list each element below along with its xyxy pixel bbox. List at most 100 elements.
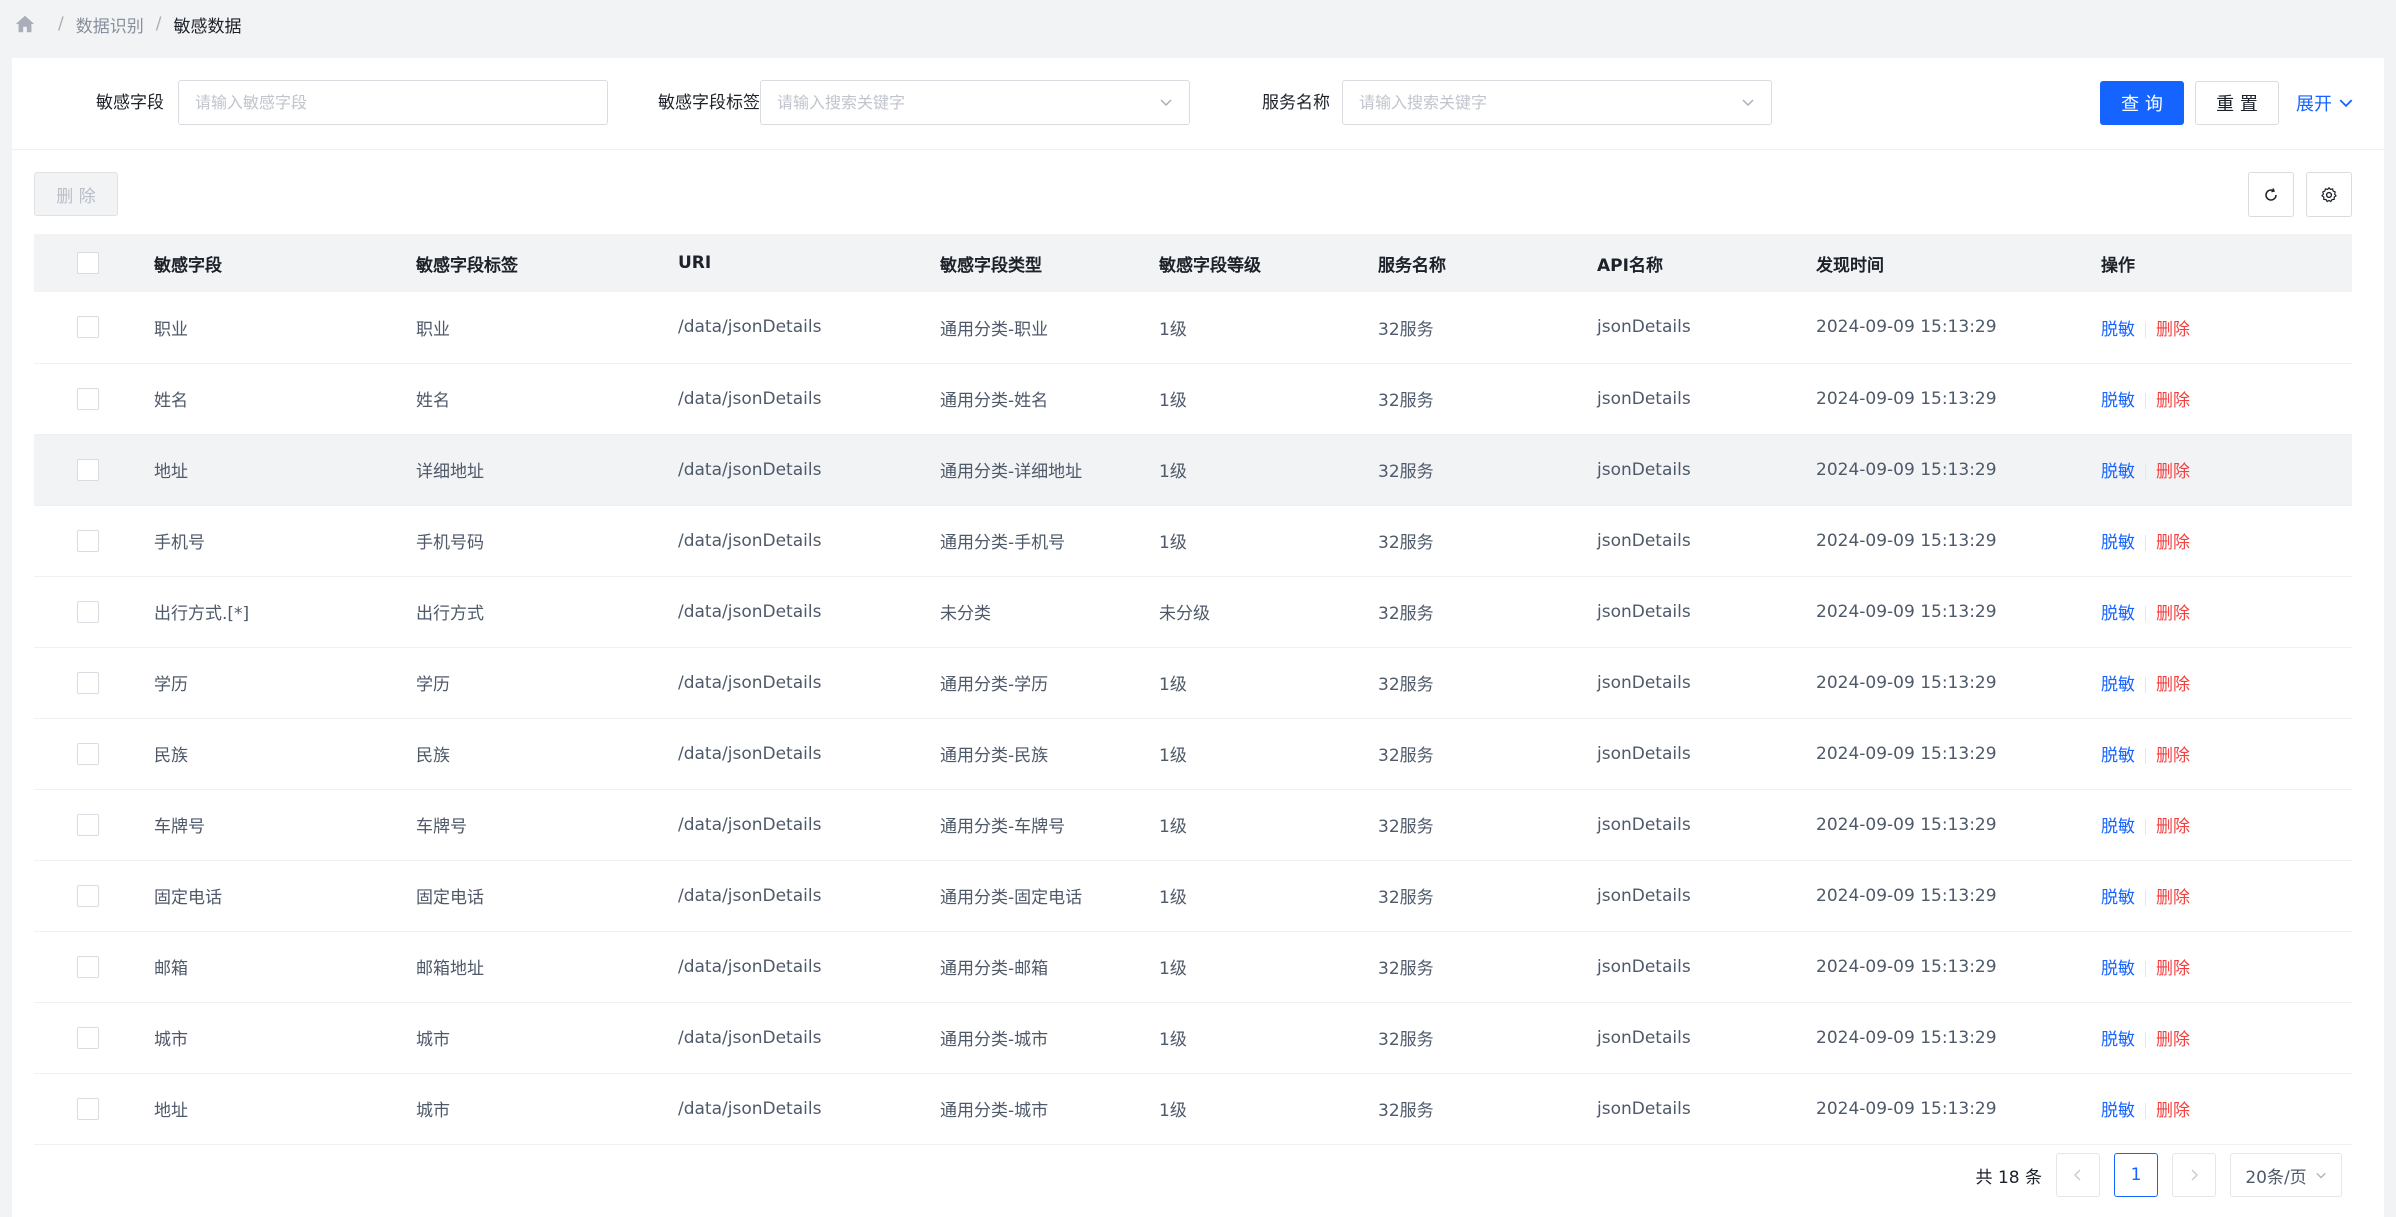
tag-filter-select[interactable]: 请输入搜索关键字 — [760, 80, 1190, 125]
delete-link[interactable]: 删除 — [2156, 533, 2190, 553]
table-row[interactable]: 职业 职业/data/jsonDetails 通用分类-职业 1级 32服务 jsonDe… — [34, 292, 2352, 364]
prev-page-button[interactable] — [2056, 1153, 2100, 1197]
table-row[interactable]: 出行方式.[*] 出行方式/data/jsonDetails 未分类 未分级 32服务 j… — [34, 576, 2352, 648]
service-filter-placeholder: 请输入搜索关键字 — [1359, 93, 1488, 112]
cell-field: 民族 — [154, 718, 416, 790]
column-header[interactable]: 敏感字段等级 — [1159, 234, 1378, 292]
table-row[interactable]: 地址 城市/data/jsonDetails 通用分类-城市 1级 32服务 jsonDe… — [34, 1073, 2352, 1145]
row-checkbox[interactable] — [77, 316, 99, 339]
delete-link[interactable]: 删除 — [2156, 320, 2190, 340]
select-all-cell — [34, 234, 154, 292]
select-all-checkbox[interactable] — [77, 252, 99, 274]
cell-actions: 脱敏 删除 — [2101, 434, 2352, 506]
query-button[interactable]: 查 询 — [2100, 81, 2184, 125]
table-row[interactable]: 固定电话 固定电话/data/jsonDetails 通用分类-固定电话 1级 32服务… — [34, 860, 2352, 932]
delete-link[interactable]: 删除 — [2156, 675, 2190, 695]
table-header-row: 敏感字段 敏感字段标签 URI 敏感字段类型 敏感字段等级 服务名称 API名称… — [34, 234, 2352, 292]
cell-actions: 脱敏 删除 — [2101, 363, 2352, 435]
service-filter-select[interactable]: 请输入搜索关键字 — [1342, 80, 1772, 125]
home-icon[interactable] — [14, 13, 36, 35]
column-header[interactable]: API名称 — [1597, 234, 1816, 292]
desensitize-link[interactable]: 脱敏 — [2101, 462, 2135, 482]
desensitize-link[interactable]: 脱敏 — [2101, 817, 2135, 837]
row-checkbox[interactable] — [77, 742, 99, 765]
delete-link[interactable]: 删除 — [2156, 604, 2190, 624]
cell-type: 通用分类-城市 — [940, 1002, 1159, 1074]
delete-link[interactable]: 删除 — [2156, 746, 2190, 766]
row-select-cell — [34, 292, 154, 364]
desensitize-link[interactable]: 脱敏 — [2101, 320, 2135, 340]
column-header[interactable]: 发现时间 — [1816, 234, 2101, 292]
table-row[interactable]: 地址 详细地址/data/jsonDetails 通用分类-详细地址 1级 32服务 js… — [34, 434, 2352, 506]
delete-link[interactable]: 删除 — [2156, 462, 2190, 482]
action-divider — [2145, 535, 2146, 551]
cell-time: 2024-09-09 15:13:29 — [1816, 718, 2101, 790]
row-checkbox[interactable] — [77, 813, 99, 836]
cell-type: 通用分类-车牌号 — [940, 789, 1159, 861]
row-select-cell — [34, 363, 154, 435]
cell-api: jsonDetails — [1597, 363, 1816, 435]
row-checkbox[interactable] — [77, 529, 99, 552]
reset-button[interactable]: 重 置 — [2195, 81, 2279, 125]
desensitize-link[interactable]: 脱敏 — [2101, 959, 2135, 979]
delete-link[interactable]: 删除 — [2156, 959, 2190, 979]
expand-filters-button[interactable]: 展开 — [2290, 81, 2360, 125]
cell-type: 通用分类-民族 — [940, 718, 1159, 790]
delete-link[interactable]: 删除 — [2156, 1030, 2190, 1050]
delete-link[interactable]: 删除 — [2156, 817, 2190, 837]
row-checkbox[interactable] — [77, 387, 99, 410]
desensitize-link[interactable]: 脱敏 — [2101, 888, 2135, 908]
column-header[interactable]: 服务名称 — [1378, 234, 1597, 292]
table-row[interactable]: 民族 民族/data/jsonDetails 通用分类-民族 1级 32服务 jsonDe… — [34, 718, 2352, 790]
action-divider — [2145, 321, 2146, 338]
column-header[interactable]: 敏感字段 — [154, 234, 416, 292]
row-select-cell — [34, 434, 154, 506]
refresh-button[interactable] — [2248, 172, 2294, 217]
desensitize-link[interactable]: 脱敏 — [2101, 1030, 2135, 1050]
cell-uri: /data/jsonDetails — [678, 1073, 940, 1145]
table-row[interactable]: 邮箱 邮箱地址/data/jsonDetails 通用分类-邮箱 1级 32服务 json… — [34, 931, 2352, 1003]
row-checkbox[interactable] — [77, 1026, 99, 1049]
table-row[interactable]: 姓名 姓名/data/jsonDetails 通用分类-姓名 1级 32服务 jsonDe… — [34, 363, 2352, 435]
column-header[interactable]: URI — [678, 234, 940, 292]
batch-delete-button[interactable]: 删 除 — [34, 172, 118, 216]
row-select-cell — [34, 647, 154, 719]
table-row[interactable]: 手机号 手机号码/data/jsonDetails 通用分类-手机号 1级 32服务 js… — [34, 505, 2352, 577]
cell-actions: 脱敏 删除 — [2101, 931, 2352, 1003]
delete-link[interactable]: 删除 — [2156, 391, 2190, 411]
desensitize-link[interactable]: 脱敏 — [2101, 1101, 2135, 1121]
cell-field: 地址 — [154, 434, 416, 506]
breadcrumb-separator: / — [58, 14, 64, 34]
page-size-select[interactable]: 20条/页 — [2230, 1153, 2342, 1197]
row-checkbox[interactable] — [77, 1097, 99, 1120]
desensitize-link[interactable]: 脱敏 — [2101, 533, 2135, 553]
row-select-cell — [34, 789, 154, 861]
field-filter-input[interactable]: 请输入敏感字段 — [178, 80, 608, 125]
row-checkbox[interactable] — [77, 600, 99, 623]
cell-tag: 出行方式 — [416, 576, 678, 648]
cell-tag: 民族 — [416, 718, 678, 790]
desensitize-link[interactable]: 脱敏 — [2101, 391, 2135, 411]
row-checkbox[interactable] — [77, 884, 99, 907]
total-count: 共 18 条 — [1975, 1167, 2042, 1188]
next-page-button[interactable] — [2172, 1153, 2216, 1197]
page-size-label: 20条/页 — [2245, 1167, 2307, 1188]
desensitize-link[interactable]: 脱敏 — [2101, 675, 2135, 695]
table-row[interactable]: 城市 城市/data/jsonDetails 通用分类-城市 1级 32服务 jsonDe… — [34, 1002, 2352, 1074]
column-settings-button[interactable] — [2306, 172, 2352, 217]
cell-uri: /data/jsonDetails — [678, 576, 940, 648]
row-checkbox[interactable] — [77, 458, 99, 481]
row-checkbox[interactable] — [77, 955, 99, 978]
page-button-current[interactable]: 1 — [2114, 1153, 2158, 1197]
delete-link[interactable]: 删除 — [2156, 1101, 2190, 1121]
desensitize-link[interactable]: 脱敏 — [2101, 746, 2135, 766]
desensitize-link[interactable]: 脱敏 — [2101, 604, 2135, 624]
delete-link[interactable]: 删除 — [2156, 888, 2190, 908]
column-header[interactable]: 敏感字段标签 — [416, 234, 678, 292]
column-header[interactable]: 敏感字段类型 — [940, 234, 1159, 292]
table-row[interactable]: 车牌号 车牌号/data/jsonDetails 通用分类-车牌号 1级 32服务 jso… — [34, 789, 2352, 861]
breadcrumb-item-data-identify[interactable]: 数据识别 — [76, 12, 144, 37]
pagination: 共 18 条 1 20条/页 — [1976, 1152, 2342, 1198]
row-checkbox[interactable] — [77, 671, 99, 694]
table-row[interactable]: 学历 学历/data/jsonDetails 通用分类-学历 1级 32服务 jsonDe… — [34, 647, 2352, 719]
